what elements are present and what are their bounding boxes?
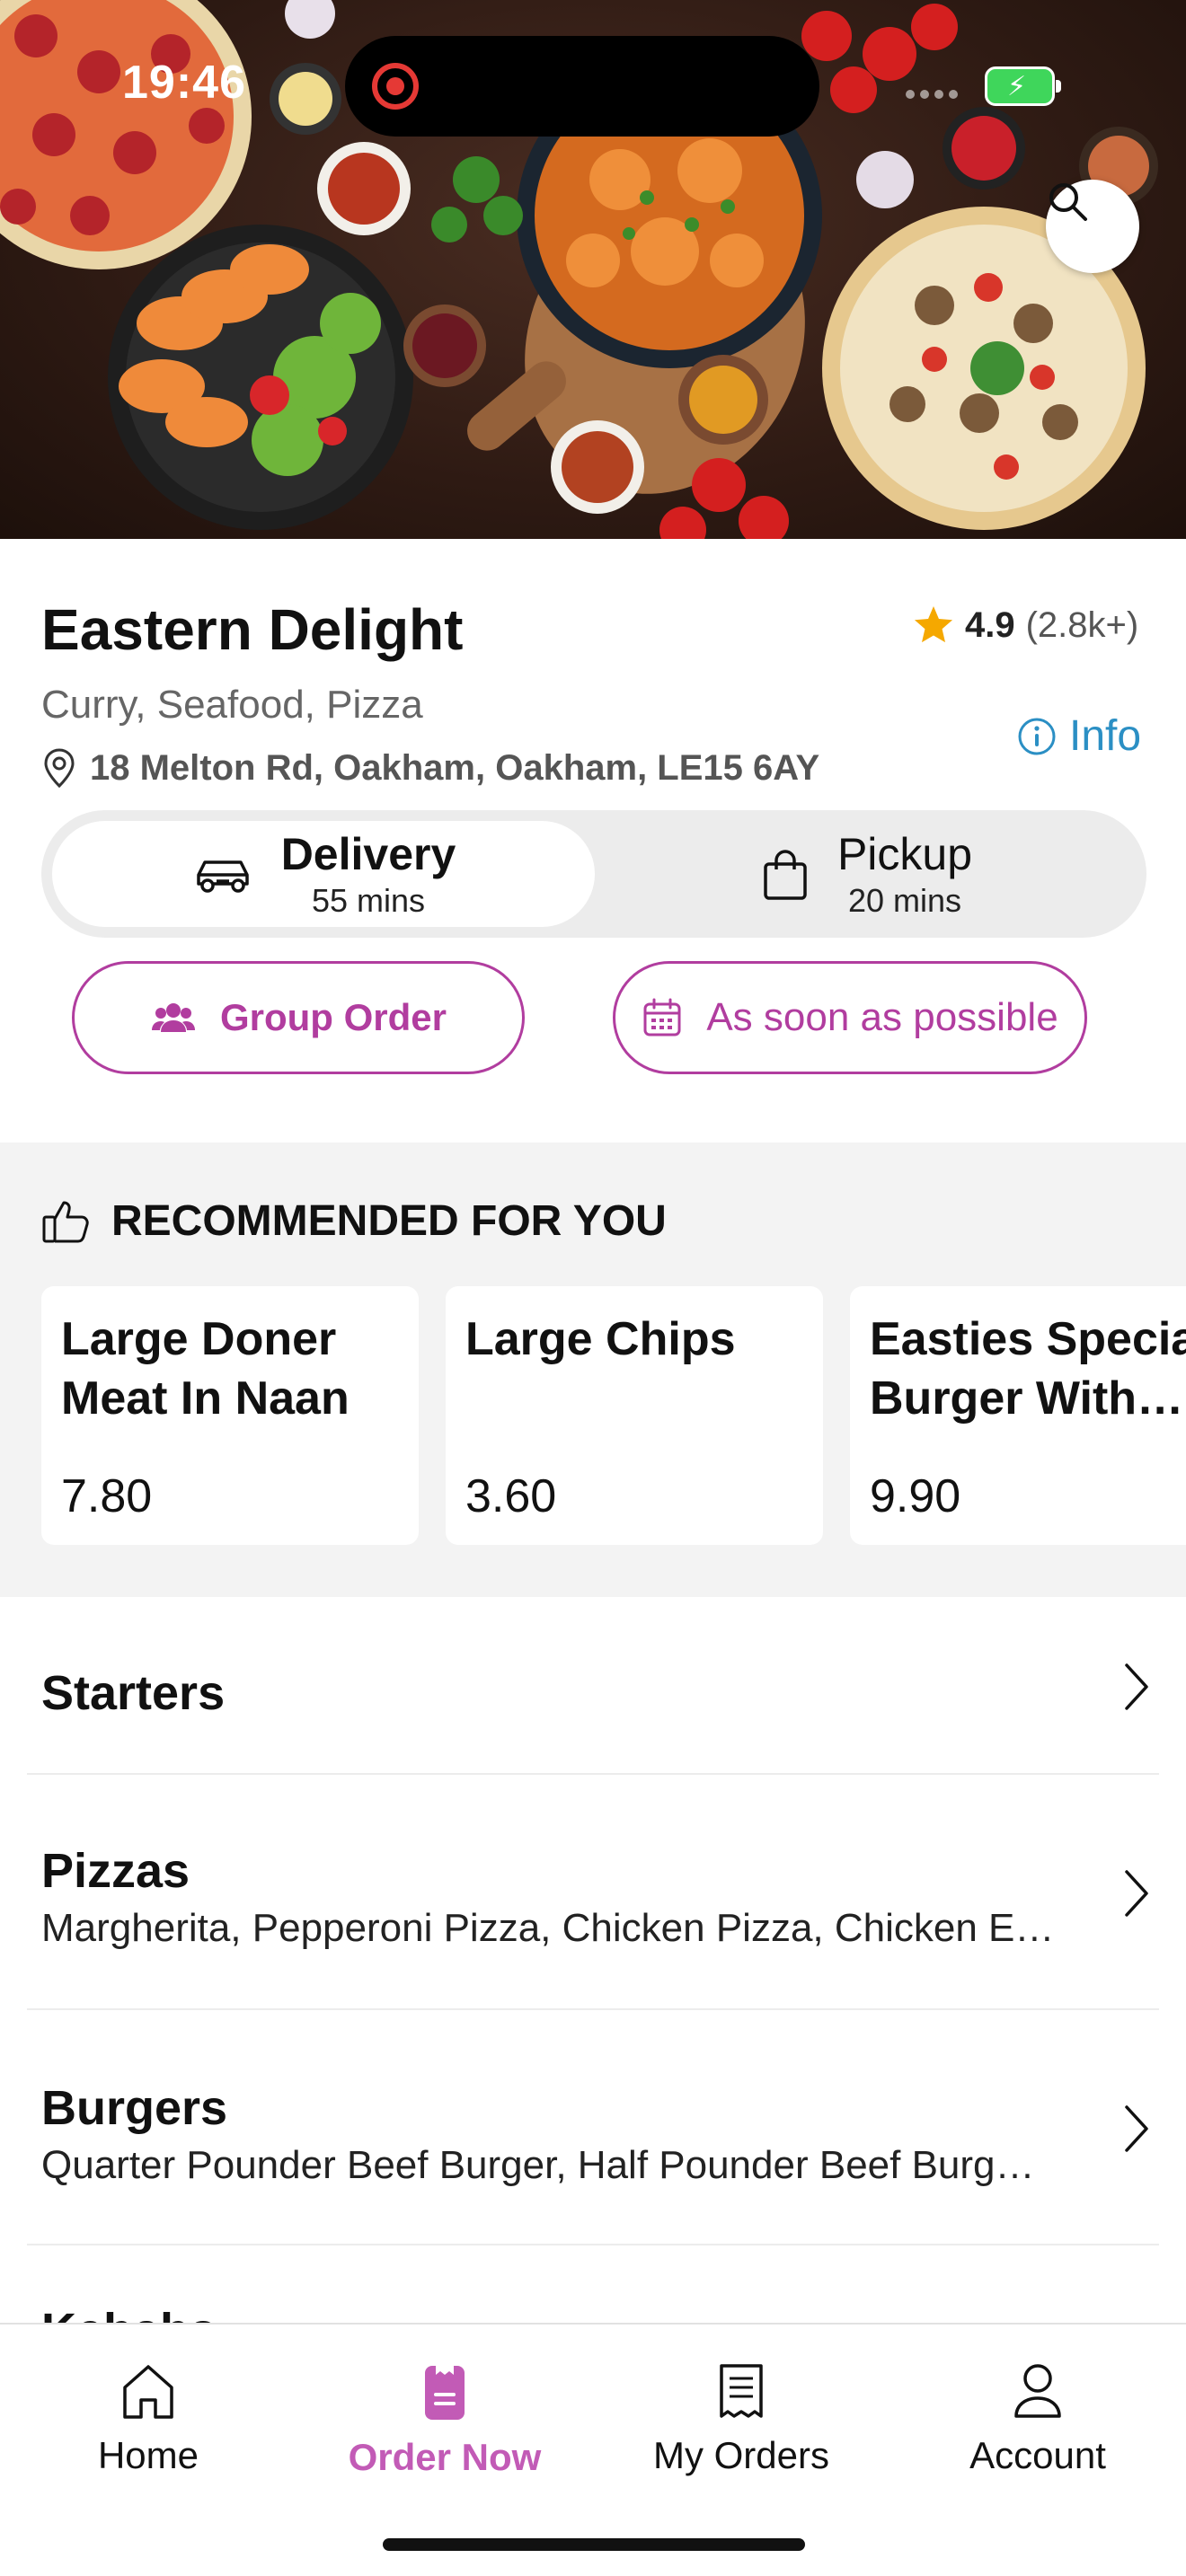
- category-row-burgers[interactable]: Burgers Quarter Pounder Beef Burger, Hal…: [27, 2010, 1159, 2245]
- order-icon: [425, 2366, 465, 2420]
- group-order-label: Group Order: [219, 996, 447, 1038]
- recommended-card[interactable]: Large Doner Meat In Naan 7.80: [41, 1286, 419, 1545]
- recommended-item-name-line2: Meat In Naan: [61, 1372, 350, 1425]
- calendar-icon: [643, 998, 681, 1037]
- info-link[interactable]: Info: [1017, 711, 1141, 761]
- recommended-item-name: Easties Specia Burger With…: [870, 1310, 1186, 1428]
- status-time: 19:46: [122, 57, 246, 109]
- category-description: Quarter Pounder Beef Burger, Half Pounde…: [41, 2143, 1035, 2187]
- recommended-item-name: Large Doner Meat In Naan: [61, 1310, 399, 1428]
- schedule-button[interactable]: As soon as possible: [613, 961, 1087, 1074]
- cellular-signal-icon: [906, 90, 958, 99]
- recommended-item-price: 7.80: [61, 1470, 153, 1522]
- battery-charging-icon: ⚡: [985, 66, 1061, 106]
- location-pin-icon: [44, 748, 75, 789]
- screen-recording-icon: [372, 63, 419, 110]
- tab-order-now[interactable]: Order Now: [296, 2362, 593, 2479]
- recommended-item-name: Large Chips: [465, 1310, 803, 1369]
- category-description: Margherita, Pepperoni Pizza, Chicken Piz…: [41, 1906, 1055, 1950]
- car-icon: [196, 860, 249, 893]
- pickup-option[interactable]: Pickup 20 mins: [597, 821, 1136, 927]
- chevron-right-icon: [1125, 1870, 1148, 1917]
- search-button[interactable]: [1046, 180, 1139, 273]
- recommended-item-name-line1: Large Doner: [61, 1313, 337, 1365]
- home-icon: [123, 2365, 173, 2419]
- recommended-section: RECOMMENDED FOR YOU Large Doner Meat In …: [0, 1142, 1186, 1597]
- recommended-item-name-line1: Large Chips: [465, 1313, 736, 1365]
- group-order-button[interactable]: Group Order: [72, 961, 525, 1074]
- recommended-item-name-line2: Burger With…: [870, 1372, 1184, 1425]
- group-icon: [151, 1003, 195, 1032]
- rating-summary: 4.9 (2.8k+): [913, 605, 1138, 646]
- tab-account[interactable]: Account: [890, 2362, 1186, 2477]
- address-text: 18 Melton Rd, Oakham, Oakham, LE15 6AY: [90, 747, 820, 788]
- tab-my-orders[interactable]: My Orders: [593, 2362, 890, 2477]
- search-icon: [1049, 183, 1087, 221]
- rating-count: (2.8k+): [1025, 605, 1139, 645]
- category-row-pizzas[interactable]: Pizzas Margherita, Pepperoni Pizza, Chic…: [27, 1775, 1159, 2010]
- restaurant-name: Eastern Delight: [41, 597, 464, 662]
- hero-food-image: 19:46 ⚡: [0, 0, 1186, 539]
- recommended-card[interactable]: Easties Specia Burger With… 9.90: [850, 1286, 1186, 1545]
- chevron-right-icon: [1125, 2105, 1148, 2152]
- pickup-time: 20 mins: [847, 882, 962, 919]
- delivery-label: Delivery: [280, 829, 456, 879]
- recommended-header: RECOMMENDED FOR YOU: [41, 1196, 667, 1246]
- cuisine-list: Curry, Seafood, Pizza: [41, 683, 423, 727]
- person-icon: [1014, 2364, 1061, 2418]
- info-icon: [1018, 718, 1056, 754]
- delivery-option[interactable]: Delivery 55 mins: [52, 821, 595, 927]
- tab-label: Account: [969, 2434, 1106, 2476]
- thumbs-up-icon: [42, 1201, 89, 1242]
- tab-home[interactable]: Home: [0, 2362, 296, 2477]
- star-icon: [914, 605, 953, 642]
- recommended-item-name-line1: Easties Specia: [870, 1313, 1186, 1365]
- tab-label: Order Now: [348, 2436, 542, 2478]
- recommended-item-price: 9.90: [870, 1470, 961, 1522]
- category-name: Pizzas: [41, 1844, 190, 1898]
- tab-label: My Orders: [652, 2434, 829, 2476]
- recommended-carousel[interactable]: Large Doner Meat In Naan 7.80 Large Chip…: [41, 1286, 1186, 1545]
- pickup-label: Pickup: [836, 829, 973, 879]
- schedule-label: As soon as possible: [706, 995, 1058, 1039]
- fulfillment-toggle: Delivery 55 mins Pickup 20 mins: [41, 810, 1146, 938]
- recommended-item-price: 3.60: [465, 1470, 557, 1522]
- delivery-time: 55 mins: [311, 882, 426, 919]
- info-label: Info: [1069, 712, 1142, 760]
- chevron-right-icon: [1125, 1663, 1148, 1710]
- receipt-icon: [720, 2364, 763, 2418]
- category-name: Starters: [41, 1666, 226, 1720]
- rating-score: 4.9: [965, 605, 1015, 645]
- shopping-bag-icon: [764, 850, 807, 900]
- recommended-card[interactable]: Large Chips 3.60: [446, 1286, 823, 1545]
- address-row: 18 Melton Rd, Oakham, Oakham, LE15 6AY: [41, 747, 819, 789]
- category-name: Burgers: [41, 2081, 228, 2135]
- tab-label: Home: [97, 2434, 199, 2476]
- home-indicator: [383, 2538, 805, 2551]
- recommended-title: RECOMMENDED FOR YOU: [111, 1197, 667, 1245]
- category-row-starters[interactable]: Starters: [27, 1597, 1159, 1775]
- dynamic-island: [345, 36, 819, 137]
